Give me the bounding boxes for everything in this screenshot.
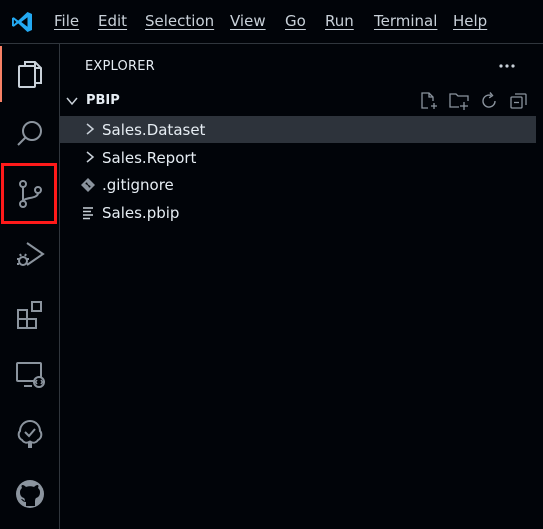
- tree-item-label: .gitignore: [102, 176, 174, 194]
- remote-explorer-activity[interactable]: [0, 344, 59, 404]
- tree-folder-sales-report[interactable]: Sales.Report: [60, 144, 536, 171]
- menu-go[interactable]: Go: [285, 12, 306, 30]
- collapse-all-icon[interactable]: [508, 90, 530, 112]
- explorer-sidebar: EXPLORER PBIP Sales.Dataset Sales.Report…: [60, 44, 536, 529]
- chevron-down-icon: [66, 97, 78, 106]
- testing-icon: [17, 419, 42, 448]
- scrollbar-track[interactable]: [536, 44, 543, 529]
- menu-view[interactable]: View: [230, 12, 266, 30]
- tree-file-sales-pbip[interactable]: Sales.pbip: [60, 199, 536, 226]
- tree-folder-sales-dataset[interactable]: Sales.Dataset: [60, 116, 536, 143]
- files-icon: [17, 61, 42, 88]
- run-debug-activity[interactable]: [0, 224, 59, 284]
- menu-edit[interactable]: Edit: [98, 12, 127, 30]
- menu-selection[interactable]: Selection: [145, 12, 214, 30]
- source-control-activity[interactable]: [0, 164, 59, 224]
- search-icon: [16, 121, 42, 146]
- git-file-icon: [81, 178, 95, 192]
- new-folder-icon[interactable]: [448, 90, 470, 112]
- tree-file-gitignore[interactable]: .gitignore: [60, 171, 536, 198]
- vscode-logo-icon: [12, 12, 32, 32]
- new-file-icon[interactable]: [418, 90, 440, 112]
- folder-header[interactable]: PBIP: [60, 89, 536, 113]
- title-bar: File Edit Selection View Go Run Terminal…: [0, 0, 543, 44]
- extensions-icon: [16, 301, 42, 329]
- explorer-title: EXPLORER: [85, 59, 155, 74]
- testing-activity[interactable]: [0, 404, 59, 464]
- menu-run[interactable]: Run: [325, 12, 354, 30]
- activity-bar: [0, 44, 60, 529]
- menu-file[interactable]: File: [54, 12, 79, 30]
- github-activity[interactable]: [0, 464, 59, 524]
- chevron-right-icon: [86, 123, 95, 135]
- chevron-right-icon: [86, 151, 95, 163]
- tree-item-label: Sales.pbip: [102, 204, 180, 222]
- tree-item-label: Sales.Report: [102, 149, 197, 167]
- github-icon: [15, 480, 44, 508]
- more-actions-icon[interactable]: [496, 56, 518, 76]
- search-activity[interactable]: [0, 104, 59, 164]
- extensions-activity[interactable]: [0, 284, 59, 344]
- remote-explorer-icon: [15, 362, 45, 388]
- menu-help[interactable]: Help: [453, 12, 487, 30]
- source-control-icon: [18, 180, 42, 208]
- explorer-activity[interactable]: [0, 44, 59, 104]
- tree-item-label: Sales.Dataset: [102, 121, 206, 139]
- refresh-icon[interactable]: [478, 90, 500, 112]
- menu-terminal[interactable]: Terminal: [374, 12, 437, 30]
- text-file-icon: [83, 207, 93, 220]
- folder-name: PBIP: [86, 93, 120, 108]
- run-debug-icon: [16, 242, 45, 266]
